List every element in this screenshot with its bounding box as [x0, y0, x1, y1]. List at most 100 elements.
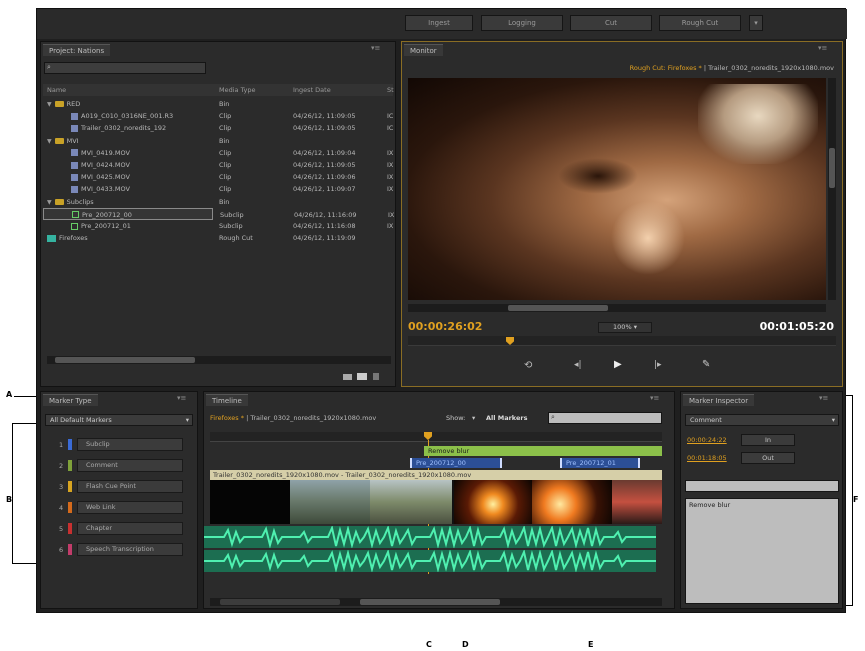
- col-name[interactable]: Name: [47, 84, 66, 96]
- monitor-vscroll-thumb[interactable]: [829, 148, 835, 188]
- monitor-vscrollbar[interactable]: [828, 78, 836, 300]
- project-search-input[interactable]: ⌕: [44, 62, 206, 74]
- project-row-label: MVI_0419.MOV: [81, 148, 130, 157]
- audio-track-1[interactable]: [204, 526, 656, 548]
- project-row-status: IX: [387, 185, 394, 194]
- panel-menu-icon[interactable]: ▾≡: [818, 44, 827, 52]
- marker-comment-field[interactable]: Remove blur: [685, 498, 839, 604]
- marker-color-swatch: [68, 523, 72, 534]
- project-row-type: Bin: [219, 100, 230, 108]
- project-row[interactable]: A019_C010_0316NE_001.R3 Clip 04/26/12, 11:…: [43, 110, 393, 122]
- marker-type-select[interactable]: Comment ▾: [685, 414, 839, 426]
- panel-menu-icon[interactable]: ▾≡: [819, 394, 828, 402]
- playhead-icon[interactable]: [424, 432, 432, 440]
- marker-filter-select[interactable]: All Default Markers ▾: [45, 414, 193, 426]
- project-row-type: Clip: [219, 124, 232, 133]
- show-dropdown[interactable]: ▾: [472, 414, 475, 422]
- marker-search-input[interactable]: ⌕: [548, 412, 662, 424]
- project-row[interactable]: ▼ RED Bin: [43, 98, 393, 110]
- disclosure-triangle-icon[interactable]: ▼: [47, 197, 52, 209]
- show-value: All Markers: [486, 414, 528, 422]
- col-ingest-date[interactable]: Ingest Date: [293, 84, 331, 96]
- marker-inspector-tab[interactable]: Marker Inspector: [683, 394, 755, 406]
- project-row[interactable]: Pre_200712_01 Subclip 04/26/12, 11:16:08 IX: [43, 220, 393, 232]
- project-row-date: 04/26/12, 11:09:07: [293, 185, 356, 194]
- in-button[interactable]: In: [741, 434, 795, 446]
- project-row-status: IC: [387, 112, 394, 121]
- step-forward-button[interactable]: |▸: [654, 360, 662, 370]
- marker-color-swatch: [68, 502, 72, 513]
- timeline-tab[interactable]: Timeline: [206, 394, 248, 406]
- playhead-icon[interactable]: [506, 337, 514, 345]
- video-track[interactable]: [210, 480, 662, 524]
- subclip-marker-2[interactable]: Pre_200712_01: [560, 458, 640, 468]
- in-timecode[interactable]: 00:00:24:22: [687, 436, 727, 444]
- col-status[interactable]: St: [387, 84, 394, 96]
- workspace-cut-button[interactable]: Cut: [570, 15, 652, 31]
- audio-waveform-2: [204, 550, 656, 572]
- project-row[interactable]: MVI_0419.MOV Clip 04/26/12, 11:09:04 IX: [43, 147, 393, 159]
- panel-menu-icon[interactable]: ▾≡: [177, 394, 186, 402]
- panel-menu-icon[interactable]: ▾≡: [371, 44, 380, 52]
- disclosure-triangle-icon[interactable]: ▼: [47, 136, 52, 148]
- wrench-icon[interactable]: ✎: [702, 359, 710, 370]
- project-row-status: IX: [387, 148, 394, 157]
- project-row[interactable]: ▼ MVI Bin: [43, 135, 393, 147]
- marker-type-button[interactable]: Comment: [77, 459, 183, 472]
- project-hscroll-thumb[interactable]: [55, 357, 195, 363]
- project-row[interactable]: Pre_200712_00 Subclip 04/26/12, 11:16:09 IX: [43, 207, 394, 220]
- project-row[interactable]: Trailer_0302_noredits_192 Clip 04/26/12, 1…: [43, 122, 393, 134]
- new-bin-icon[interactable]: [343, 374, 352, 380]
- project-row[interactable]: Firefoxes Rough Cut 04/26/12, 11:19:09: [43, 232, 393, 244]
- timeline-zoom-slider[interactable]: [220, 599, 340, 605]
- project-row-type: Bin: [219, 136, 230, 145]
- timeline-hscroll-thumb[interactable]: [360, 599, 500, 605]
- monitor-hscroll-thumb[interactable]: [508, 305, 608, 311]
- project-row-label: Pre_200712_01: [81, 222, 131, 230]
- out-button[interactable]: Out: [741, 452, 795, 464]
- workspace-ingest-button[interactable]: Ingest: [405, 15, 473, 31]
- project-hscrollbar[interactable]: [47, 356, 391, 364]
- audio-track-2[interactable]: [204, 550, 656, 572]
- project-row[interactable]: MVI_0424.MOV Clip 04/26/12, 11:09:05 IX: [43, 159, 393, 171]
- timeline-ruler[interactable]: [210, 432, 662, 442]
- video-frame: [408, 78, 826, 300]
- marker-type-button[interactable]: Web Link: [77, 501, 183, 514]
- loop-button[interactable]: ⟲: [524, 360, 532, 371]
- marker-type-button[interactable]: Speech Transcription: [77, 543, 183, 556]
- workspace-roughcut-button[interactable]: Rough Cut: [659, 15, 741, 31]
- timeline-title-clip: | Trailer_0302_noredits_1920x1080.mov: [246, 414, 377, 422]
- project-row[interactable]: MVI_0433.MOV Clip 04/26/12, 11:09:07 IX: [43, 183, 393, 195]
- marker-type-button[interactable]: Chapter: [77, 522, 183, 535]
- subclip-marker-1[interactable]: Pre_200712_00: [410, 458, 502, 468]
- project-row[interactable]: MVI_0425.MOV Clip 04/26/12, 11:09:06 IX: [43, 171, 393, 183]
- project-row-type: Subclip: [220, 210, 244, 219]
- monitor-tab[interactable]: Monitor: [404, 44, 443, 56]
- monitor-time-ruler[interactable]: [408, 336, 836, 346]
- folder-icon[interactable]: [357, 373, 367, 380]
- chevron-down-icon: ▾: [831, 416, 835, 424]
- project-tab[interactable]: Project: Nations: [43, 44, 111, 56]
- project-row[interactable]: ▼ Subclips Bin: [43, 196, 393, 208]
- play-button[interactable]: ▶: [614, 359, 622, 370]
- marker-name-field[interactable]: [685, 480, 839, 492]
- marker-type-button[interactable]: Subclip: [77, 438, 183, 451]
- timeline-hscrollbar[interactable]: [210, 598, 662, 606]
- monitor-hscrollbar[interactable]: [408, 304, 826, 312]
- search-icon: ⌕: [47, 63, 51, 71]
- comment-marker[interactable]: Remove blur: [424, 446, 662, 456]
- out-timecode[interactable]: 00:01:18:05: [687, 454, 727, 462]
- step-back-button[interactable]: ◂|: [574, 360, 582, 370]
- workspace-logging-button[interactable]: Logging: [481, 15, 563, 31]
- workspace-menu-button[interactable]: ▾: [749, 15, 763, 31]
- timeline-panel: Timeline ▾≡ Firefoxes * | Trailer_0302_n…: [203, 391, 675, 609]
- col-media-type[interactable]: Media Type: [219, 84, 256, 96]
- panel-menu-icon[interactable]: ▾≡: [650, 394, 659, 402]
- project-row-label: Firefoxes: [59, 234, 88, 243]
- current-timecode[interactable]: 00:00:26:02: [408, 320, 482, 333]
- zoom-select[interactable]: 100% ▾: [598, 322, 652, 333]
- disclosure-triangle-icon[interactable]: ▼: [47, 99, 52, 111]
- marker-type-button[interactable]: Flash Cue Point: [77, 480, 183, 493]
- delete-icon[interactable]: [373, 373, 379, 380]
- marker-type-tab[interactable]: Marker Type: [43, 394, 98, 406]
